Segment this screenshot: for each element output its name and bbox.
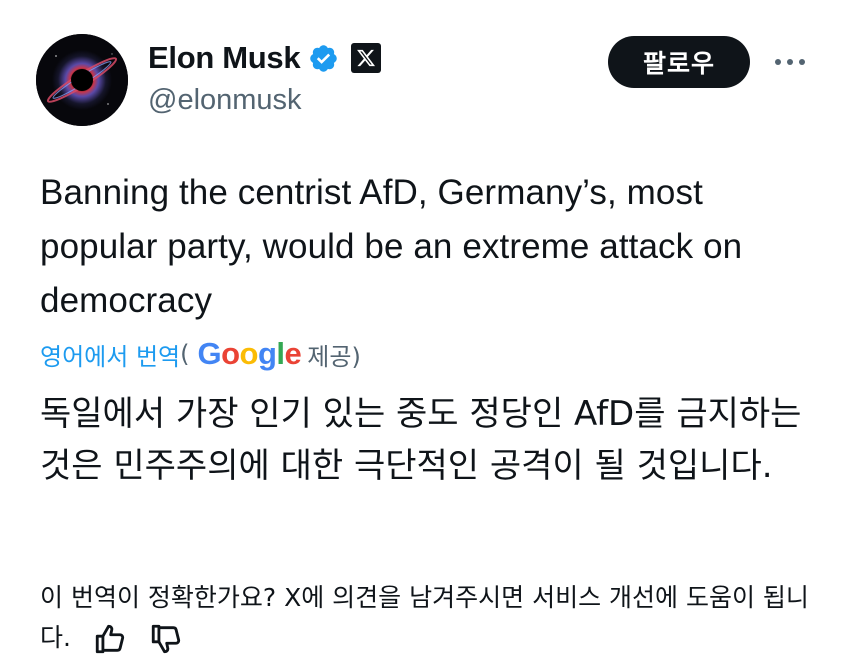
author-name-row: Elon Musk [148, 36, 382, 80]
open-paren: ( [180, 340, 190, 368]
translation-feedback: 이 번역이 정확한가요? X에 의견을 남겨주시면 서비스 개선에 도움이 됩니… [40, 578, 830, 658]
thumbs-up-icon[interactable] [93, 622, 127, 656]
author-handle[interactable]: @elonmusk [148, 84, 302, 117]
translated-text: 독일에서 가장 인기 있는 중도 정당인 AfD를 금지하는 것은 민주주의에 … [40, 394, 802, 486]
provided-label: 제공) [307, 342, 361, 371]
avatar[interactable] [36, 34, 128, 126]
dot [799, 59, 805, 65]
thumbs-down-icon[interactable] [149, 622, 183, 656]
translated-from-link[interactable]: 영어에서 번역 [40, 337, 180, 372]
translation-attribution: 영어에서 번역 ( Google 제공) [40, 334, 361, 374]
verified-badge-icon[interactable] [308, 43, 339, 74]
x-logo-icon[interactable] [351, 43, 382, 73]
more-dots-icon[interactable] [770, 50, 810, 74]
black-hole-avatar-icon [36, 34, 128, 126]
dot [775, 59, 781, 65]
author-display-name[interactable]: Elon Musk [148, 40, 301, 76]
dot [787, 59, 793, 65]
tweet-text: Banning the centrist AfD, Germany’s, mos… [40, 173, 743, 320]
follow-button[interactable]: 팔로우 [608, 36, 750, 88]
google-logo: Google [197, 336, 302, 371]
